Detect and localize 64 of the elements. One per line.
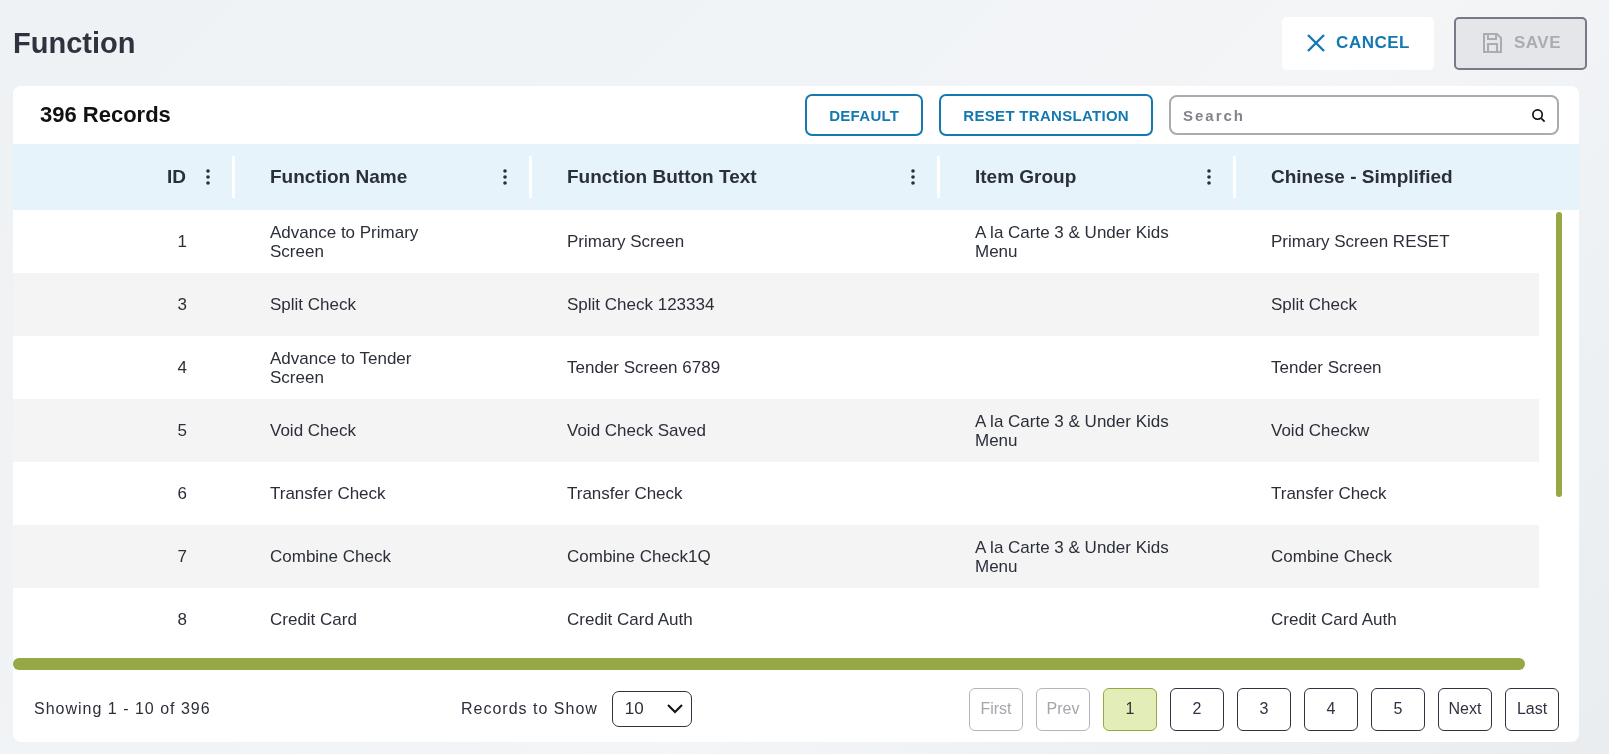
table-cell: A la Carte 3 & Under Kids Menu xyxy=(975,222,1170,261)
records-select[interactable]: 10 xyxy=(611,691,692,727)
page-button[interactable]: 5 xyxy=(1371,687,1425,731)
table-cell: Tender Screen 6789 xyxy=(567,358,721,377)
column-header[interactable]: Chinese - Simplified xyxy=(1271,166,1453,188)
table-cell: Primary Screen xyxy=(567,232,685,251)
table-cell: 6 xyxy=(177,484,187,503)
column-header[interactable]: ID xyxy=(167,166,186,188)
table-row[interactable]: 7 Combine Check Combine Check1Q A la Carte 3 & Under Kids Menu Combine Check xyxy=(13,525,1539,588)
toolbar-button[interactable]: DEFAULT xyxy=(805,94,924,136)
toolbar-button[interactable]: RESET TRANSLATION xyxy=(939,94,1153,136)
table-cell: Split Check 123334 xyxy=(567,295,715,314)
more-vertical-icon[interactable] xyxy=(206,169,210,185)
search-icon xyxy=(1531,108,1546,123)
search-field[interactable]: Search xyxy=(1169,95,1559,135)
page-button[interactable]: 1 xyxy=(1103,687,1157,731)
table-cell: Transfer Check xyxy=(567,484,683,503)
table-cell: Credit Card Auth xyxy=(1271,610,1397,629)
record-count: 396 Records xyxy=(40,102,172,128)
page-button[interactable]: 4 xyxy=(1304,687,1358,731)
table-cell: Combine Check xyxy=(1271,547,1392,566)
table-cell: Combine Check xyxy=(270,547,391,566)
table-cell-text: Advance to Tender Screen xyxy=(270,348,413,387)
table-cell: Split Check xyxy=(1271,295,1357,314)
more-vertical-icon[interactable] xyxy=(911,169,915,185)
table-cell: Primary Screen RESET xyxy=(1271,232,1450,251)
records-to-show-label: Records to Show xyxy=(461,700,598,718)
page-button[interactable]: Next xyxy=(1438,687,1492,731)
page-button[interactable]: 3 xyxy=(1237,687,1291,731)
table-cell: Tender Screen xyxy=(1271,358,1382,377)
table-cell-text: Advance to Primary Screen xyxy=(270,222,420,261)
table-cell: Transfer Check xyxy=(1271,484,1387,503)
table-cell: 4 xyxy=(177,358,187,377)
column-header[interactable]: Function Button Text xyxy=(567,166,757,188)
table-cell: A la Carte 3 & Under Kids Menu xyxy=(975,537,1170,576)
table-cell: Credit Card Auth xyxy=(567,610,693,629)
table-cell: Split Check xyxy=(270,295,356,314)
column-header[interactable]: Item Group xyxy=(975,166,1077,188)
page-title: Function xyxy=(13,26,136,60)
page-button[interactable]: Last xyxy=(1505,687,1559,731)
more-vertical-icon[interactable] xyxy=(503,169,507,185)
page-button[interactable]: 2 xyxy=(1170,687,1224,731)
table-cell: 7 xyxy=(177,547,187,566)
table-cell: Credit Card xyxy=(270,610,357,629)
cancel-button[interactable]: CANCEL xyxy=(1282,16,1434,70)
table-cell: Transfer Check xyxy=(270,484,386,503)
table-cell: 8 xyxy=(177,610,187,629)
table-cell: A la Carte 3 & Under Kids Menu xyxy=(975,411,1170,450)
table-cell: Combine Check1Q xyxy=(567,547,711,566)
vertical-scrollbar[interactable] xyxy=(1556,212,1562,497)
close-icon xyxy=(1306,33,1327,53)
table-cell: Void Check xyxy=(270,421,356,440)
chevron-down-icon xyxy=(666,704,683,714)
table-cell: 1 xyxy=(177,232,187,251)
column-header[interactable]: Function Name xyxy=(270,166,408,188)
table-cell: Void Checkw xyxy=(1271,421,1370,440)
horizontal-scrollbar[interactable] xyxy=(13,658,1525,670)
showing-text: Showing 1 - 10 of 396 xyxy=(34,700,212,718)
table-cell: Void Check Saved xyxy=(567,421,706,440)
more-vertical-icon[interactable] xyxy=(1207,169,1211,185)
table-cell: 5 xyxy=(177,421,187,440)
table-cell: 3 xyxy=(177,295,187,314)
table-row[interactable]: 3 Split Check Split Check 123334 Split Check xyxy=(13,273,1539,336)
table-row[interactable]: 5 Void Check Void Check Saved A la Carte 3 & Under Kids Menu Void Checkw xyxy=(13,399,1539,462)
